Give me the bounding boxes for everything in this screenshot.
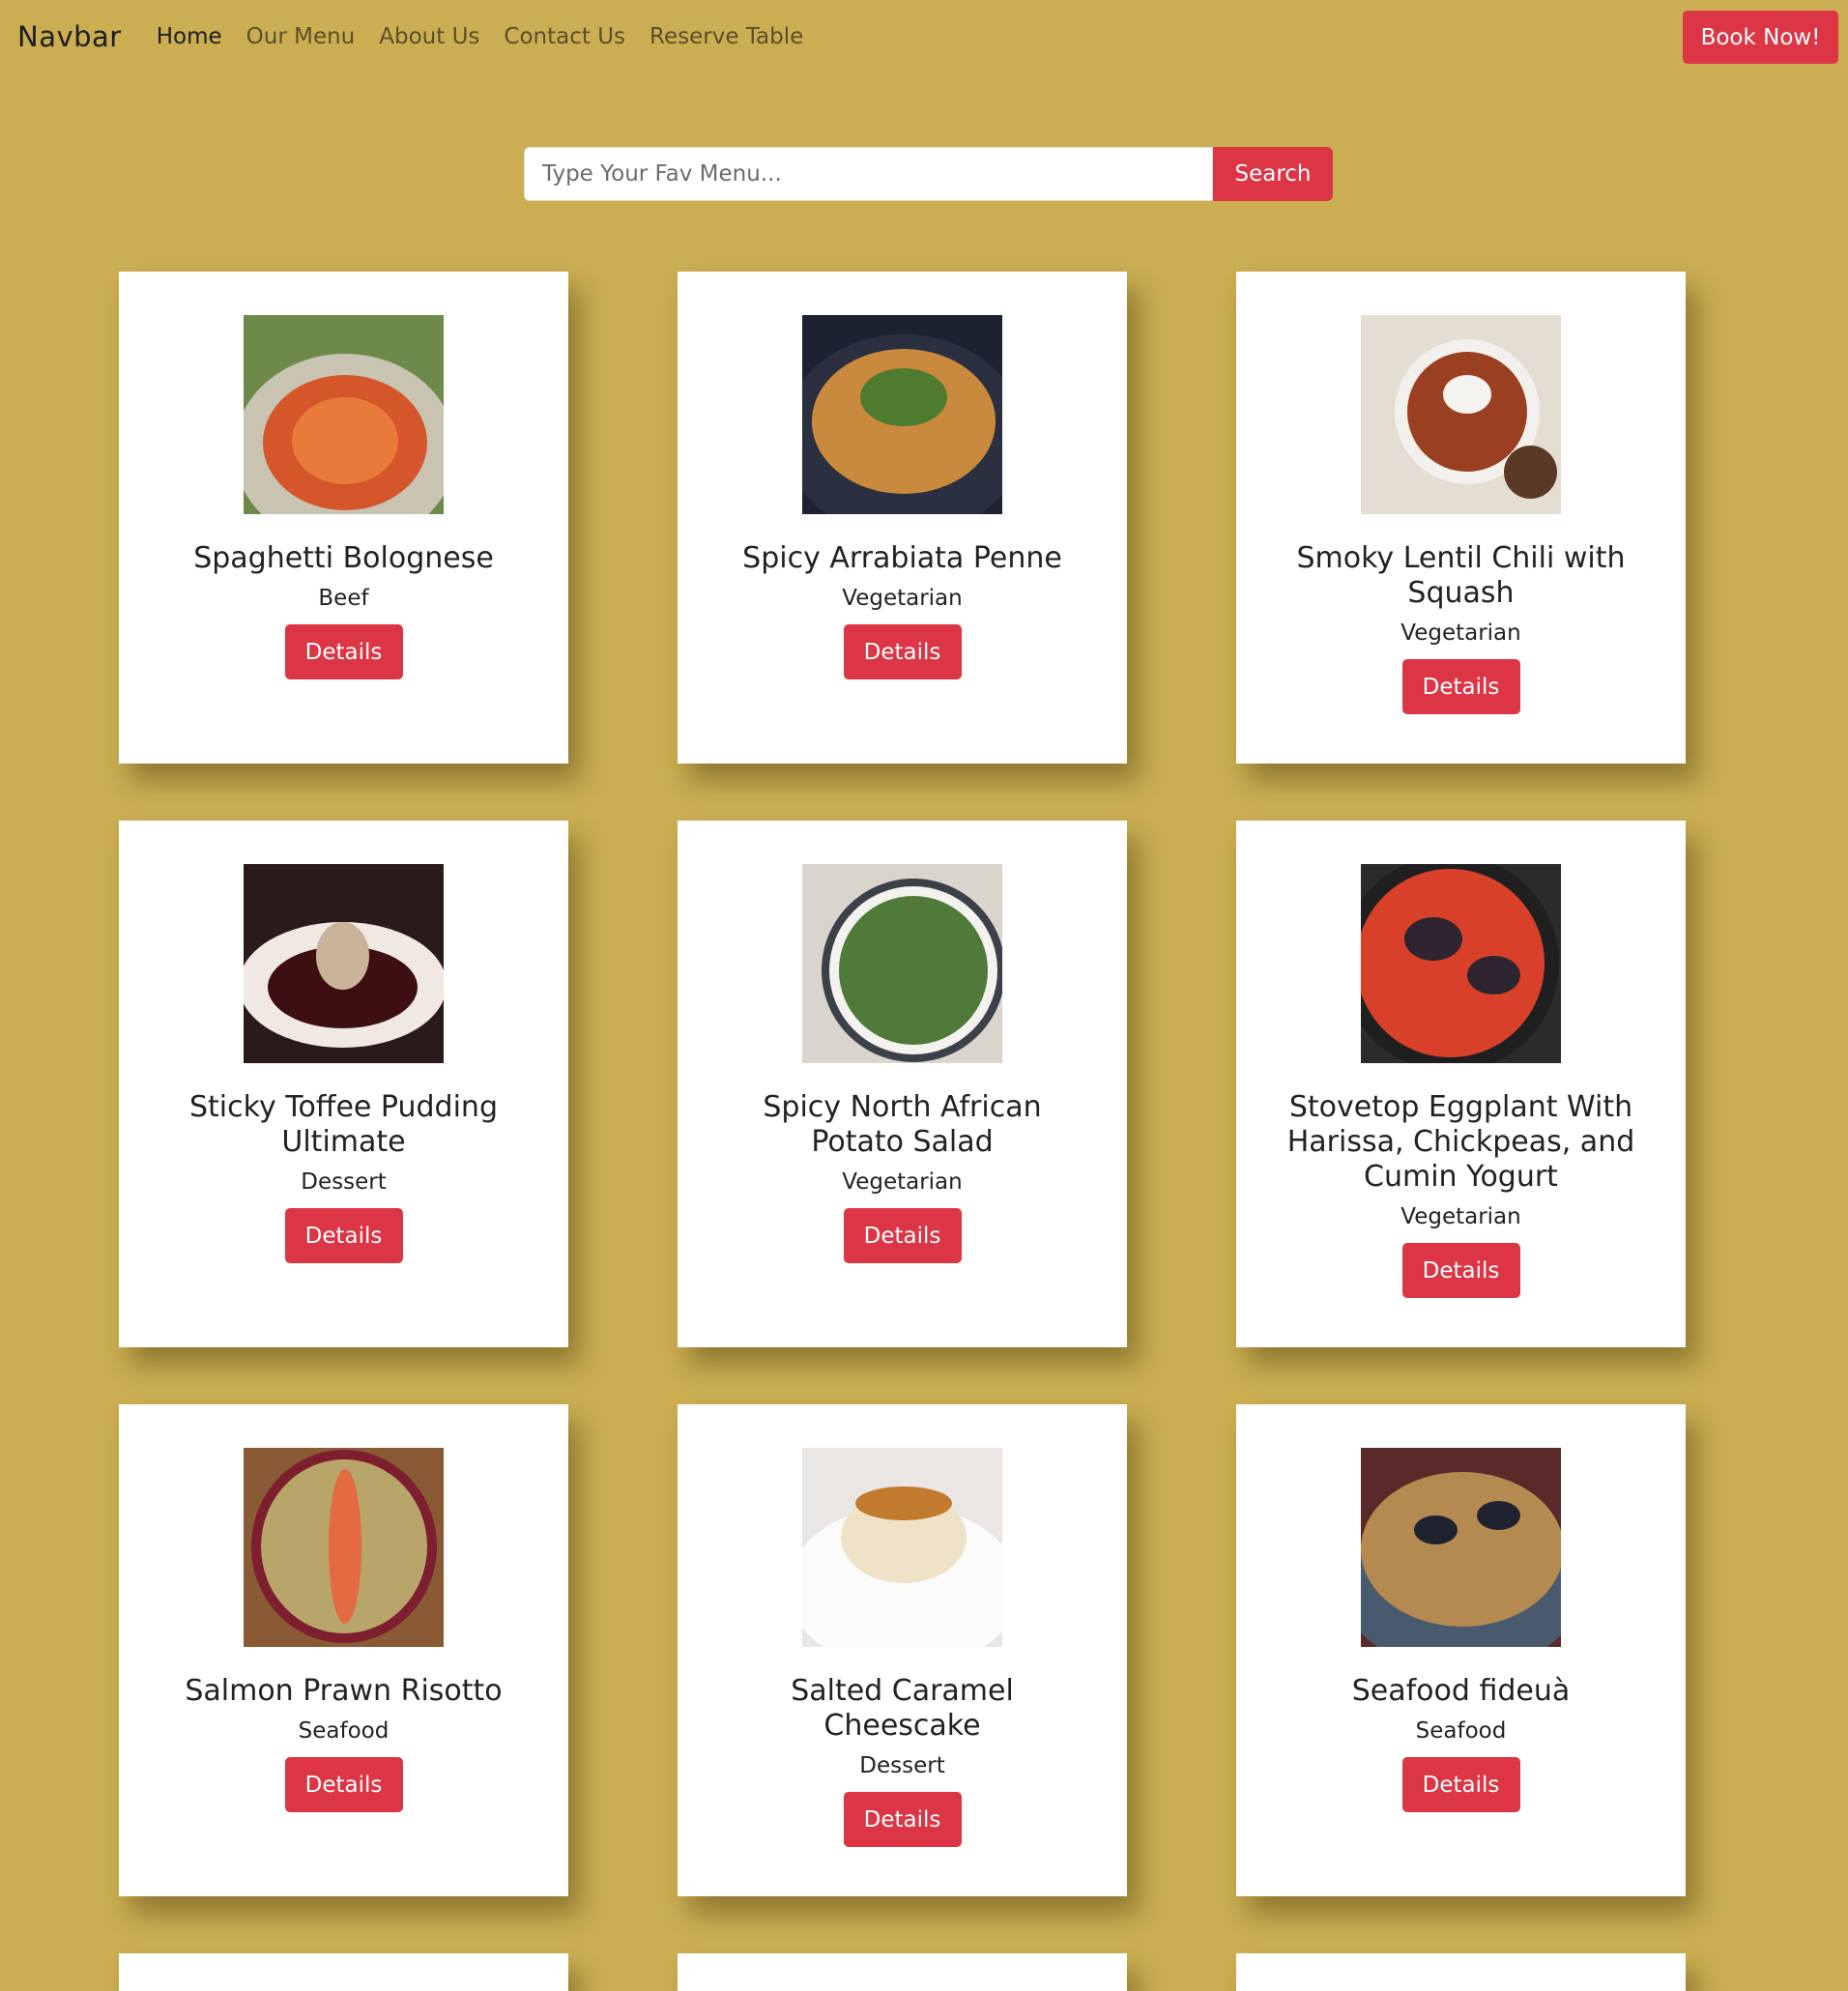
details-button[interactable]: Details [284,624,403,679]
details-button[interactable]: Details [1401,1757,1520,1812]
menu-card: Sticky Toffee Pudding Ultimate Dessert D… [119,821,568,1347]
details-button[interactable]: Details [284,1208,403,1263]
eggplant-skillet-image [1361,864,1561,1063]
toffee-pudding-image [244,864,444,1063]
menu-card: Spicy North African Potato Salad Vegetar… [678,821,1127,1347]
nav-links: Home Our Menu About Us Contact Us Reserv… [157,24,828,49]
menu-card: Spicy Arrabiata Penne Vegetarian Details [678,272,1127,764]
card-title: Spicy Arrabiata Penne [742,541,1062,575]
menu-card: Stovetop Eggplant With Harissa, Chickpea… [1236,821,1686,1347]
seafood-fideua-image [1361,1448,1561,1647]
card-title: Stovetop Eggplant With Harissa, Chickpea… [1286,1090,1635,1194]
salmon-risotto-image [244,1448,444,1647]
menu-card: Salted Caramel Cheescake Dessert Details [678,1404,1127,1896]
menu-card: Spaghetti Bolognese Beef Details [119,272,568,764]
menu-card-partial [119,1953,568,1991]
card-category: Beef [318,586,369,611]
penne-pan-image [802,315,1002,514]
menu-card: Seafood fideuà Seafood Details [1236,1404,1686,1896]
chili-bowl-image [1361,315,1561,514]
nav-link-home[interactable]: Home [157,24,222,49]
menu-card: Smoky Lentil Chili with Squash Vegetaria… [1236,272,1686,764]
nav-link-contact-us[interactable]: Contact Us [504,24,625,49]
card-title: Spaghetti Bolognese [193,541,494,575]
card-category: Dessert [859,1753,945,1778]
navbar-brand[interactable]: Navbar [17,20,122,53]
card-title: Salmon Prawn Risotto [185,1674,503,1708]
card-category: Vegetarian [842,1169,963,1195]
navbar: Navbar Home Our Menu About Us Contact Us… [0,0,1848,73]
book-now-button[interactable]: Book Now! [1683,11,1838,64]
nav-link-our-menu[interactable]: Our Menu [246,24,356,49]
details-button[interactable]: Details [843,1792,962,1847]
spaghetti-plate-image [244,315,444,514]
details-button[interactable]: Details [843,1208,962,1263]
card-category: Dessert [301,1169,387,1195]
search-button[interactable]: Search [1213,147,1333,201]
search-bar: Search [524,147,1333,201]
card-category: Vegetarian [1400,620,1521,646]
nav-link-about-us[interactable]: About Us [379,24,479,49]
menu-card: Salmon Prawn Risotto Seafood Details [119,1404,568,1896]
potato-salad-image [802,864,1002,1063]
caramel-cheesecake-image [802,1448,1002,1647]
card-category: Seafood [1415,1718,1507,1744]
menu-card-partial [1236,1953,1686,1991]
details-button[interactable]: Details [1401,659,1520,714]
card-title: Sticky Toffee Pudding Ultimate [189,1090,498,1159]
details-button[interactable]: Details [284,1757,403,1812]
card-category: Vegetarian [842,586,963,611]
card-title: Spicy North African Potato Salad [763,1090,1042,1159]
details-button[interactable]: Details [843,624,962,679]
details-button[interactable]: Details [1401,1243,1520,1298]
card-title: Salted Caramel Cheescake [791,1674,1014,1743]
card-category: Vegetarian [1400,1204,1521,1229]
nav-link-reserve-table[interactable]: Reserve Table [650,24,803,49]
card-title: Seafood fideuà [1351,1674,1571,1708]
card-title: Smoky Lentil Chili with Squash [1296,541,1626,610]
menu-card-partial [678,1953,1127,1991]
card-category: Seafood [298,1718,390,1744]
search-input[interactable] [524,147,1213,201]
